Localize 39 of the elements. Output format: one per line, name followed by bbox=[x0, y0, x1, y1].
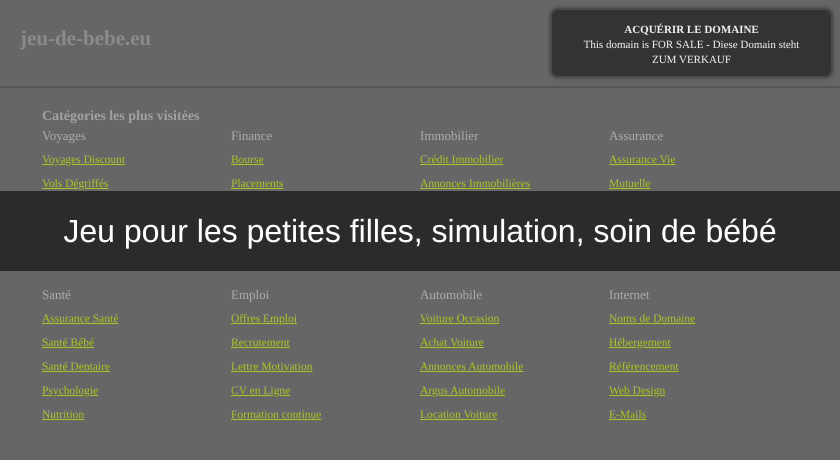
category-link[interactable]: Santé Bébé bbox=[42, 336, 94, 350]
category-link[interactable]: Annonces Automobile bbox=[420, 360, 524, 374]
category-heading: Emploi bbox=[231, 286, 270, 304]
category-link[interactable]: Lettre Motivation bbox=[231, 360, 312, 374]
category-link[interactable]: Voyages Discount bbox=[42, 153, 126, 167]
category-link[interactable]: Placements bbox=[231, 177, 284, 191]
category-link[interactable]: Web Design bbox=[609, 384, 666, 398]
category-link[interactable]: Nutrition bbox=[42, 408, 84, 422]
category-link[interactable]: Psychologie bbox=[42, 384, 98, 398]
category-link[interactable]: Assurance Vie bbox=[609, 153, 676, 167]
category-heading: Immobilier bbox=[420, 127, 480, 145]
category-link[interactable]: Argus Automobile bbox=[420, 384, 506, 398]
category-link[interactable]: Annonces Immobilières bbox=[420, 177, 530, 191]
category-link[interactable]: E-Mails bbox=[609, 408, 646, 422]
category-link[interactable]: Formation continue bbox=[231, 408, 322, 422]
category-link[interactable]: Santé Dentaire bbox=[42, 360, 110, 374]
category-link[interactable]: Hébergement bbox=[609, 336, 671, 350]
banner-title: Jeu pour les petites filles, simulation, soin de bébé bbox=[63, 212, 777, 250]
category-link[interactable]: Crédit Immobilier bbox=[420, 153, 504, 167]
category-heading: Voyages bbox=[42, 127, 87, 145]
category-link[interactable]: Offres Emploi bbox=[231, 312, 297, 326]
category-link[interactable]: Référencement bbox=[609, 360, 679, 374]
category-heading: Finance bbox=[231, 127, 274, 145]
section-heading: Catégories les plus visitées bbox=[42, 109, 200, 125]
category-link[interactable]: Recrutement bbox=[231, 336, 290, 350]
category-link[interactable]: Location Voiture bbox=[420, 408, 498, 422]
category-link[interactable]: CV en Ligne bbox=[231, 384, 290, 398]
category-link[interactable]: Voiture Occasion bbox=[420, 312, 500, 326]
category-link[interactable]: Vols Dégriffés bbox=[42, 177, 108, 191]
category-link[interactable]: Assurance Santé bbox=[42, 312, 118, 326]
category-link[interactable]: Mutuelle bbox=[609, 177, 651, 191]
category-heading: Santé bbox=[42, 286, 72, 304]
category-heading: Assurance bbox=[609, 127, 664, 145]
category-link[interactable]: Bourse bbox=[231, 153, 264, 167]
category-heading: Internet bbox=[609, 286, 650, 304]
category-heading: Automobile bbox=[420, 286, 484, 304]
domain-sale-box[interactable]: ACQUÉRIR LE DOMAINE This domain is FOR SALE - Diese Domain steht ZUM VERKAUF bbox=[550, 8, 833, 78]
category-link[interactable]: Noms de Domaine bbox=[609, 312, 696, 326]
category-link[interactable]: Achat Voiture bbox=[420, 336, 484, 350]
